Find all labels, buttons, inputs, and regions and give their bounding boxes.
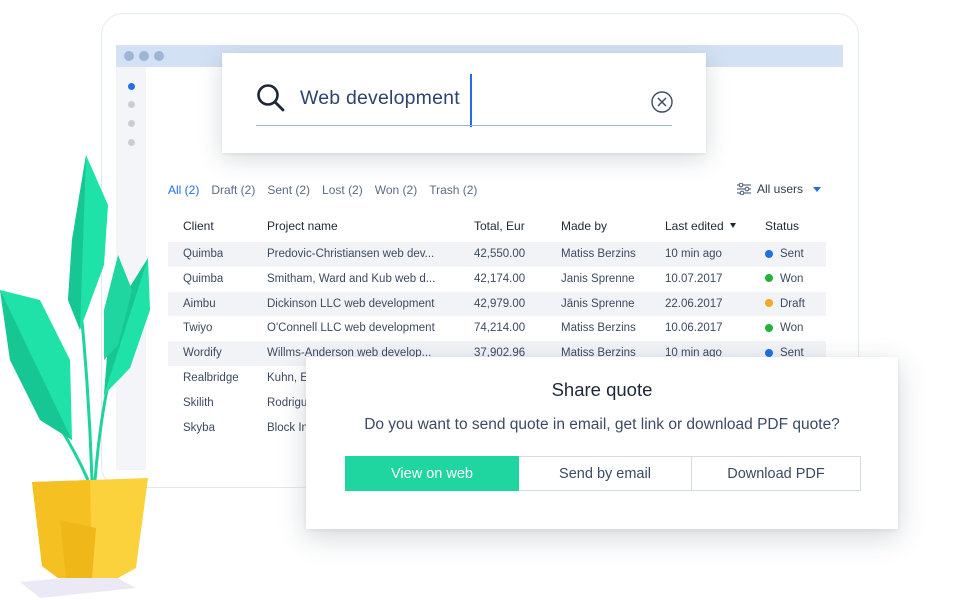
column-header-total[interactable]: Total, Eur (474, 219, 525, 233)
cell-client: Skilith (183, 396, 214, 409)
table-row[interactable]: Twiyo O'Connell LLC web development 74,2… (168, 316, 826, 341)
table-row[interactable]: Aimbu Dickinson LLC web development 42,9… (168, 291, 826, 317)
send-by-email-button[interactable]: Send by email (519, 456, 692, 491)
status-dot-icon (765, 299, 773, 308)
share-quote-dialog: Share quote Do you want to send quote in… (306, 357, 898, 529)
search-icon (257, 84, 285, 112)
cell-total: 42,550.00 (474, 248, 526, 260)
search-input[interactable]: Web development (300, 87, 460, 110)
status-dot-icon (765, 348, 773, 357)
column-header-client[interactable]: Client (183, 219, 214, 233)
sidebar-item-3[interactable] (128, 120, 135, 127)
status-label: Won (780, 272, 804, 285)
cell-client: Realbridge (183, 371, 239, 384)
filter-tabs: All (2) Draft (2) Sent (2) Lost (2) Won … (168, 183, 489, 197)
cell-made-by: Matiss Berzins (561, 248, 636, 260)
text-cursor (470, 74, 472, 127)
filter-sliders-icon (736, 183, 751, 195)
cell-made-by: Janis Sprenne (561, 272, 635, 285)
window-dot-close[interactable] (124, 51, 134, 61)
download-pdf-button[interactable]: Download PDF (692, 456, 861, 491)
cell-client: Quimba (183, 248, 224, 260)
cell-last-edited: 22.06.2017 (665, 297, 723, 310)
view-on-web-button[interactable]: View on web (345, 456, 519, 491)
cell-total: 42,979.00 (474, 297, 526, 310)
users-filter-dropdown[interactable]: All users (736, 182, 821, 196)
sidebar-item-2[interactable] (128, 101, 135, 108)
window-dot-minimize[interactable] (139, 51, 149, 61)
cell-status: Won (765, 322, 803, 334)
status-label: Draft (780, 297, 805, 310)
cell-status: Sent (765, 248, 804, 260)
tab-lost[interactable]: Lost (2) (322, 183, 363, 197)
column-header-project[interactable]: Project name (267, 219, 338, 233)
cell-status: Won (765, 273, 803, 285)
tab-draft[interactable]: Draft (2) (211, 183, 255, 197)
dialog-message: Do you want to send quote in email, get … (364, 416, 840, 433)
dialog-title: Share quote (551, 379, 653, 400)
column-header-made-by[interactable]: Made by (561, 219, 607, 233)
status-label: Sent (780, 248, 804, 260)
window-dot-maximize[interactable] (154, 51, 164, 61)
cell-client: Twiyo (183, 322, 213, 335)
sidebar-item-1[interactable] (128, 83, 135, 90)
cell-status: Draft (765, 298, 805, 310)
users-filter-label: All users (756, 182, 803, 196)
cell-project: Smitham, Ward and Kub web d... (267, 272, 436, 285)
cell-last-edited: 10 min ago (665, 248, 722, 260)
search-panel: Web development (222, 53, 706, 153)
cell-client: Skyba (183, 421, 215, 434)
column-header-last-edited-label: Last edited (665, 219, 724, 233)
search-underline (256, 125, 672, 126)
table-row[interactable]: Quimba Smitham, Ward and Kub web d... 42… (168, 267, 826, 292)
column-header-status[interactable]: Status (765, 219, 799, 233)
table-row[interactable]: Quimba Predovic-Christiansen web dev... … (168, 242, 826, 267)
cell-last-edited: 10.07.2017 (665, 272, 723, 285)
tab-won[interactable]: Won (2) (375, 183, 417, 197)
status-dot-icon (765, 323, 773, 332)
cell-client: Aimbu (183, 297, 216, 310)
cell-total: 42,174.00 (474, 272, 526, 285)
tab-sent[interactable]: Sent (2) (267, 183, 310, 197)
cell-total: 74,214.00 (474, 322, 526, 335)
sidebar-item-4[interactable] (128, 139, 135, 146)
cell-project: O'Connell LLC web development (267, 322, 435, 335)
table-header: Client Project name Total, Eur Made by L… (168, 217, 826, 237)
cell-client: Wordify (183, 347, 222, 360)
column-header-last-edited[interactable]: Last edited (665, 219, 736, 233)
cell-project: Dickinson LLC web development (267, 297, 435, 310)
cell-last-edited: 10.06.2017 (665, 322, 723, 335)
sidebar (116, 67, 146, 470)
dialog-actions: View on web Send by email Download PDF (345, 456, 861, 491)
status-label: Won (780, 322, 804, 335)
close-icon[interactable] (650, 90, 674, 114)
cell-client: Quimba (183, 272, 224, 285)
status-dot-icon (765, 249, 773, 258)
cell-made-by: Jānis Sprenne (561, 297, 635, 310)
cell-project: Predovic-Christiansen web dev... (267, 248, 435, 260)
tab-all[interactable]: All (2) (168, 183, 199, 197)
sort-desc-icon (729, 223, 736, 228)
cell-made-by: Matiss Berzins (561, 322, 636, 335)
status-dot-icon (765, 274, 773, 283)
chevron-down-icon (813, 186, 821, 192)
tab-trash[interactable]: Trash (2) (429, 183, 477, 197)
